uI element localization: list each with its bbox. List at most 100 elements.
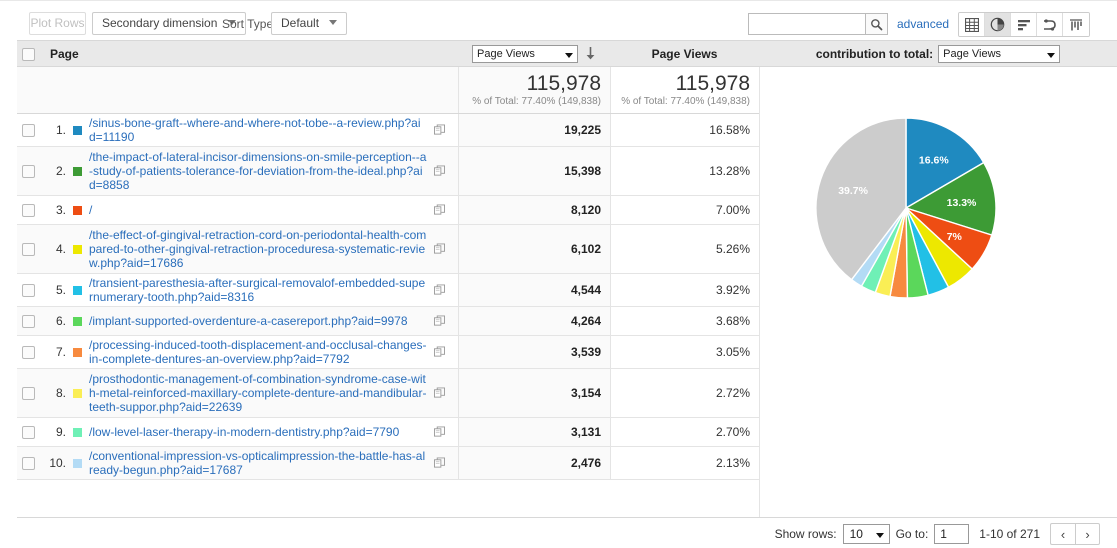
row-page-cell: 2./the-impact-of-lateral-incisor-dimensi…	[39, 147, 458, 195]
totals-subtext-1: % of Total: 77.40% (149,838)	[459, 96, 601, 107]
page-nav-group: ‹ ›	[1050, 523, 1100, 545]
row-pageviews: 8,120	[458, 196, 610, 224]
row-checkbox[interactable]	[22, 426, 35, 439]
column-header-contribution: contribution to total: Page Views	[759, 45, 1117, 63]
row-pageviews-percent: 5.26%	[610, 225, 759, 273]
row-page-link[interactable]: /processing-induced-tooth-displacement-a…	[89, 338, 427, 366]
contribution-label: contribution to total:	[816, 47, 933, 61]
open-in-new-icon[interactable]	[434, 458, 445, 469]
row-rank: 5.	[39, 283, 73, 297]
next-page-button[interactable]: ›	[1075, 523, 1100, 545]
search-button[interactable]	[865, 13, 888, 35]
pie-view-icon[interactable]	[985, 13, 1011, 36]
metric-select-1[interactable]: Page Views	[472, 45, 578, 63]
advanced-search-link[interactable]: advanced	[897, 17, 949, 31]
open-in-new-icon[interactable]	[434, 285, 445, 296]
row-pageviews: 4,544	[458, 274, 610, 306]
row-checkbox[interactable]	[22, 284, 35, 297]
open-in-new-icon[interactable]	[434, 347, 445, 358]
row-rank: 10.	[39, 456, 73, 470]
table-row: 10. /conventional-impression-vs-opticalim…	[17, 447, 1117, 480]
open-in-new-icon[interactable]	[434, 205, 445, 216]
contribution-metric-select[interactable]: Page Views	[938, 45, 1060, 63]
column-header-page[interactable]: Page	[39, 47, 458, 61]
totals-page-cell	[39, 67, 458, 113]
open-in-new-icon[interactable]	[434, 125, 445, 136]
secondary-dimension-label: Secondary dimension	[102, 16, 217, 30]
row-select-cell	[17, 369, 39, 417]
row-pageviews-percent: 2.72%	[610, 369, 759, 417]
row-page-link[interactable]: /implant-supported-overdenture-a-caserep…	[89, 314, 427, 328]
row-color-swatch	[73, 286, 82, 295]
row-color-swatch	[73, 459, 82, 468]
row-rank: 9.	[39, 425, 73, 439]
row-pageviews: 3,131	[458, 418, 610, 446]
row-contribution-cell	[759, 447, 1117, 479]
row-page-link[interactable]: /sinus-bone-graft--where-and-where-not-t…	[89, 116, 427, 144]
open-in-new-icon[interactable]	[434, 388, 445, 399]
search-icon	[870, 18, 883, 31]
totals-contribution-cell	[759, 67, 1117, 113]
row-color-swatch	[73, 167, 82, 176]
table-row: 5. /transient-paresthesia-after-surgical-…	[17, 274, 1117, 307]
plot-rows-label: Plot Rows	[30, 16, 84, 30]
row-checkbox[interactable]	[22, 457, 35, 470]
row-page-link[interactable]: /the-effect-of-gingival-retraction-cord-…	[89, 228, 427, 270]
row-pageviews: 6,102	[458, 225, 610, 273]
row-select-cell	[17, 447, 39, 479]
search-input[interactable]	[748, 13, 865, 35]
goto-page-input[interactable]	[934, 524, 969, 544]
row-contribution-cell	[759, 418, 1117, 446]
show-rows-select[interactable]: 10	[843, 524, 890, 544]
totals-subtext-2: % of Total: 77.40% (149,838)	[611, 96, 750, 107]
open-in-new-icon[interactable]	[434, 427, 445, 438]
row-contribution-cell	[759, 369, 1117, 417]
row-pageviews-percent: 2.70%	[610, 418, 759, 446]
row-pageviews: 19,225	[458, 114, 610, 146]
row-pageviews-percent: 3.68%	[610, 307, 759, 335]
pivot-view-icon[interactable]	[1063, 13, 1089, 36]
row-page-link[interactable]: /low-level-laser-therapy-in-modern-denti…	[89, 425, 427, 439]
table-footer: Show rows: 10 Go to: 1-10 of 271 ‹ ›	[17, 517, 1117, 548]
select-all-checkbox[interactable]	[22, 48, 35, 61]
row-contribution-cell	[759, 147, 1117, 195]
row-pageviews: 15,398	[458, 147, 610, 195]
sort-type-button[interactable]: Default	[271, 12, 347, 35]
row-pageviews: 4,264	[458, 307, 610, 335]
row-page-link[interactable]: /	[89, 203, 427, 217]
row-rank: 6.	[39, 314, 73, 328]
row-page-link[interactable]: /prosthodontic-management-of-combination…	[89, 372, 427, 414]
sort-descending-arrow-icon[interactable]	[585, 46, 596, 61]
column-header-metric-2[interactable]: Page Views	[610, 47, 759, 61]
table-header-row: Page Page Views Page Views contribution …	[17, 40, 1117, 67]
row-checkbox[interactable]	[22, 315, 35, 328]
open-in-new-icon[interactable]	[434, 244, 445, 255]
row-page-link[interactable]: /conventional-impression-vs-opticalimpre…	[89, 449, 427, 477]
row-contribution-cell	[759, 336, 1117, 368]
row-color-swatch	[73, 317, 82, 326]
comparison-view-icon[interactable]	[1037, 13, 1063, 36]
open-in-new-icon[interactable]	[434, 166, 445, 177]
totals-value-1: 115,978	[459, 72, 601, 95]
table-row: 4./the-effect-of-gingival-retraction-cor…	[17, 225, 1117, 274]
previous-page-button[interactable]: ‹	[1050, 523, 1075, 545]
table-body: 1./sinus-bone-graft--where-and-where-not…	[17, 114, 1117, 480]
table-view-icon[interactable]	[959, 13, 985, 36]
open-in-new-icon[interactable]	[434, 316, 445, 327]
row-checkbox[interactable]	[22, 387, 35, 400]
row-checkbox[interactable]	[22, 165, 35, 178]
row-page-link[interactable]: /transient-paresthesia-after-surgical-re…	[89, 276, 427, 304]
row-checkbox[interactable]	[22, 243, 35, 256]
row-color-swatch	[73, 389, 82, 398]
row-pageviews-percent: 3.92%	[610, 274, 759, 306]
row-page-cell: 8./prosthodontic-management-of-combinati…	[39, 369, 458, 417]
row-checkbox[interactable]	[22, 204, 35, 217]
row-contribution-cell	[759, 307, 1117, 335]
row-checkbox[interactable]	[22, 124, 35, 137]
plot-rows-button[interactable]: Plot Rows	[29, 12, 86, 35]
column-header-metric-1: Page Views	[458, 45, 610, 63]
bar-view-icon[interactable]	[1011, 13, 1037, 36]
row-checkbox[interactable]	[22, 346, 35, 359]
table-row: 3./8,1207.00%	[17, 196, 1117, 225]
row-page-link[interactable]: /the-impact-of-lateral-incisor-dimension…	[89, 150, 427, 192]
